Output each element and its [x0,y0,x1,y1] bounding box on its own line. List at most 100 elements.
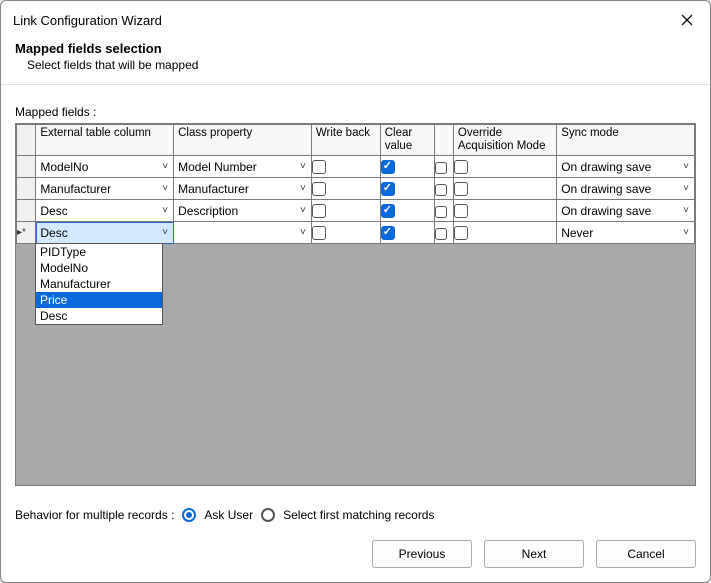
external-column-cell[interactable]: ModelNo˅ [36,156,174,178]
radio-select-first-label[interactable]: Select first matching records [283,508,434,522]
row-marker[interactable]: ▸* [17,222,36,244]
next-button[interactable]: Next [484,540,584,568]
table-row: Manufacturer˅Manufacturer˅On drawing sav… [17,178,695,200]
write-back-cell[interactable] [311,200,380,222]
row-marker[interactable] [17,200,36,222]
class-property-value: Description [174,204,295,218]
col-sync-mode[interactable]: Sync mode [557,125,695,156]
sync-mode-cell[interactable]: Never˅ [557,222,695,244]
checkbox[interactable] [454,226,468,240]
external-column-value: Manufacturer [36,182,157,196]
external-column-value: ModelNo [36,160,157,174]
dropdown-option[interactable]: ModelNo [36,260,162,276]
col-clear-value[interactable]: Clear value [380,125,434,156]
sync-mode-cell[interactable]: On drawing save˅ [557,156,695,178]
clear-value-cell[interactable] [380,178,434,200]
sync-mode-cell[interactable]: On drawing save˅ [557,178,695,200]
sync-mode-value: Never [557,226,678,240]
class-property-value: Model Number [174,160,295,174]
external-column-value: Desc [36,226,157,240]
checkbox[interactable] [312,204,326,218]
radio-select-first[interactable] [261,508,275,522]
clear-value-cell[interactable] [380,156,434,178]
sync-mode-value: On drawing save [557,160,678,174]
sync-mode-value: On drawing save [557,182,678,196]
chevron-down-icon: ˅ [295,183,311,194]
behavior-label: Behavior for multiple records : [15,508,174,522]
chevron-down-icon: ˅ [678,183,694,194]
checkbox[interactable] [381,226,395,240]
chevron-down-icon: ˅ [157,161,173,172]
class-property-cell[interactable]: ˅ [174,222,312,244]
narrow-cell[interactable] [434,178,453,200]
override-cell[interactable] [453,178,556,200]
checkbox[interactable] [312,226,326,240]
checkbox[interactable] [312,160,326,174]
previous-button[interactable]: Previous [372,540,472,568]
checkbox[interactable] [435,206,447,218]
row-header-blank [17,125,36,156]
write-back-cell[interactable] [311,222,380,244]
override-cell[interactable] [453,156,556,178]
class-property-cell[interactable]: Description˅ [174,200,312,222]
checkbox[interactable] [381,160,395,174]
class-property-cell[interactable]: Model Number˅ [174,156,312,178]
dropdown-option[interactable]: Manufacturer [36,276,162,292]
cancel-button[interactable]: Cancel [596,540,696,568]
override-cell[interactable] [453,222,556,244]
checkbox[interactable] [381,182,395,196]
override-cell[interactable] [453,200,556,222]
row-marker[interactable] [17,156,36,178]
page-heading: Mapped fields selection [15,41,696,56]
col-narrow[interactable] [434,125,453,156]
external-column-cell[interactable]: Desc˅ [36,222,174,244]
checkbox[interactable] [381,204,395,218]
checkbox[interactable] [454,204,468,218]
checkbox[interactable] [435,184,447,196]
table-row: ▸*Desc˅˅Never˅ [17,222,695,244]
narrow-cell[interactable] [434,200,453,222]
wizard-dialog: Link Configuration Wizard Mapped fields … [0,0,711,583]
narrow-cell[interactable] [434,156,453,178]
wizard-header: Mapped fields selection Select fields th… [1,37,710,85]
dropdown-option[interactable]: PIDType [36,244,162,260]
radio-ask-user-label[interactable]: Ask User [204,508,253,522]
title-bar: Link Configuration Wizard [1,1,710,37]
checkbox[interactable] [454,182,468,196]
dropdown-option[interactable]: Desc [36,308,162,324]
close-icon[interactable] [676,9,698,31]
checkbox[interactable] [312,182,326,196]
chevron-down-icon: ˅ [295,205,311,216]
checkbox[interactable] [435,228,447,240]
chevron-down-icon: ˅ [157,183,173,194]
dropdown-option[interactable]: Price [36,292,162,308]
write-back-cell[interactable] [311,156,380,178]
checkbox[interactable] [435,162,447,174]
external-column-dropdown[interactable]: PIDTypeModelNoManufacturerPriceDesc [35,243,163,325]
table-row: Desc˅Description˅On drawing save˅ [17,200,695,222]
sync-mode-cell[interactable]: On drawing save˅ [557,200,695,222]
clear-value-cell[interactable] [380,222,434,244]
chevron-down-icon: ˅ [295,161,311,172]
clear-value-cell[interactable] [380,200,434,222]
row-marker[interactable] [17,178,36,200]
external-column-cell[interactable]: Desc˅ [36,200,174,222]
class-property-cell[interactable]: Manufacturer˅ [174,178,312,200]
narrow-cell[interactable] [434,222,453,244]
checkbox[interactable] [454,160,468,174]
col-override[interactable]: Override Acquisition Mode [453,125,556,156]
behavior-row: Behavior for multiple records : Ask User… [1,496,710,522]
dialog-title: Link Configuration Wizard [13,13,676,28]
write-back-cell[interactable] [311,178,380,200]
col-class[interactable]: Class property [174,125,312,156]
table-row: ModelNo˅Model Number˅On drawing save˅ [17,156,695,178]
class-property-value: Manufacturer [174,182,295,196]
radio-ask-user[interactable] [182,508,196,522]
chevron-down-icon: ˅ [678,227,694,238]
col-external[interactable]: External table column [36,125,174,156]
col-write-back[interactable]: Write back [311,125,380,156]
external-column-cell[interactable]: Manufacturer˅ [36,178,174,200]
mapped-fields-label: Mapped fields : [15,105,696,119]
sync-mode-value: On drawing save [557,204,678,218]
mapped-fields-grid: External table column Class property Wri… [15,123,696,486]
